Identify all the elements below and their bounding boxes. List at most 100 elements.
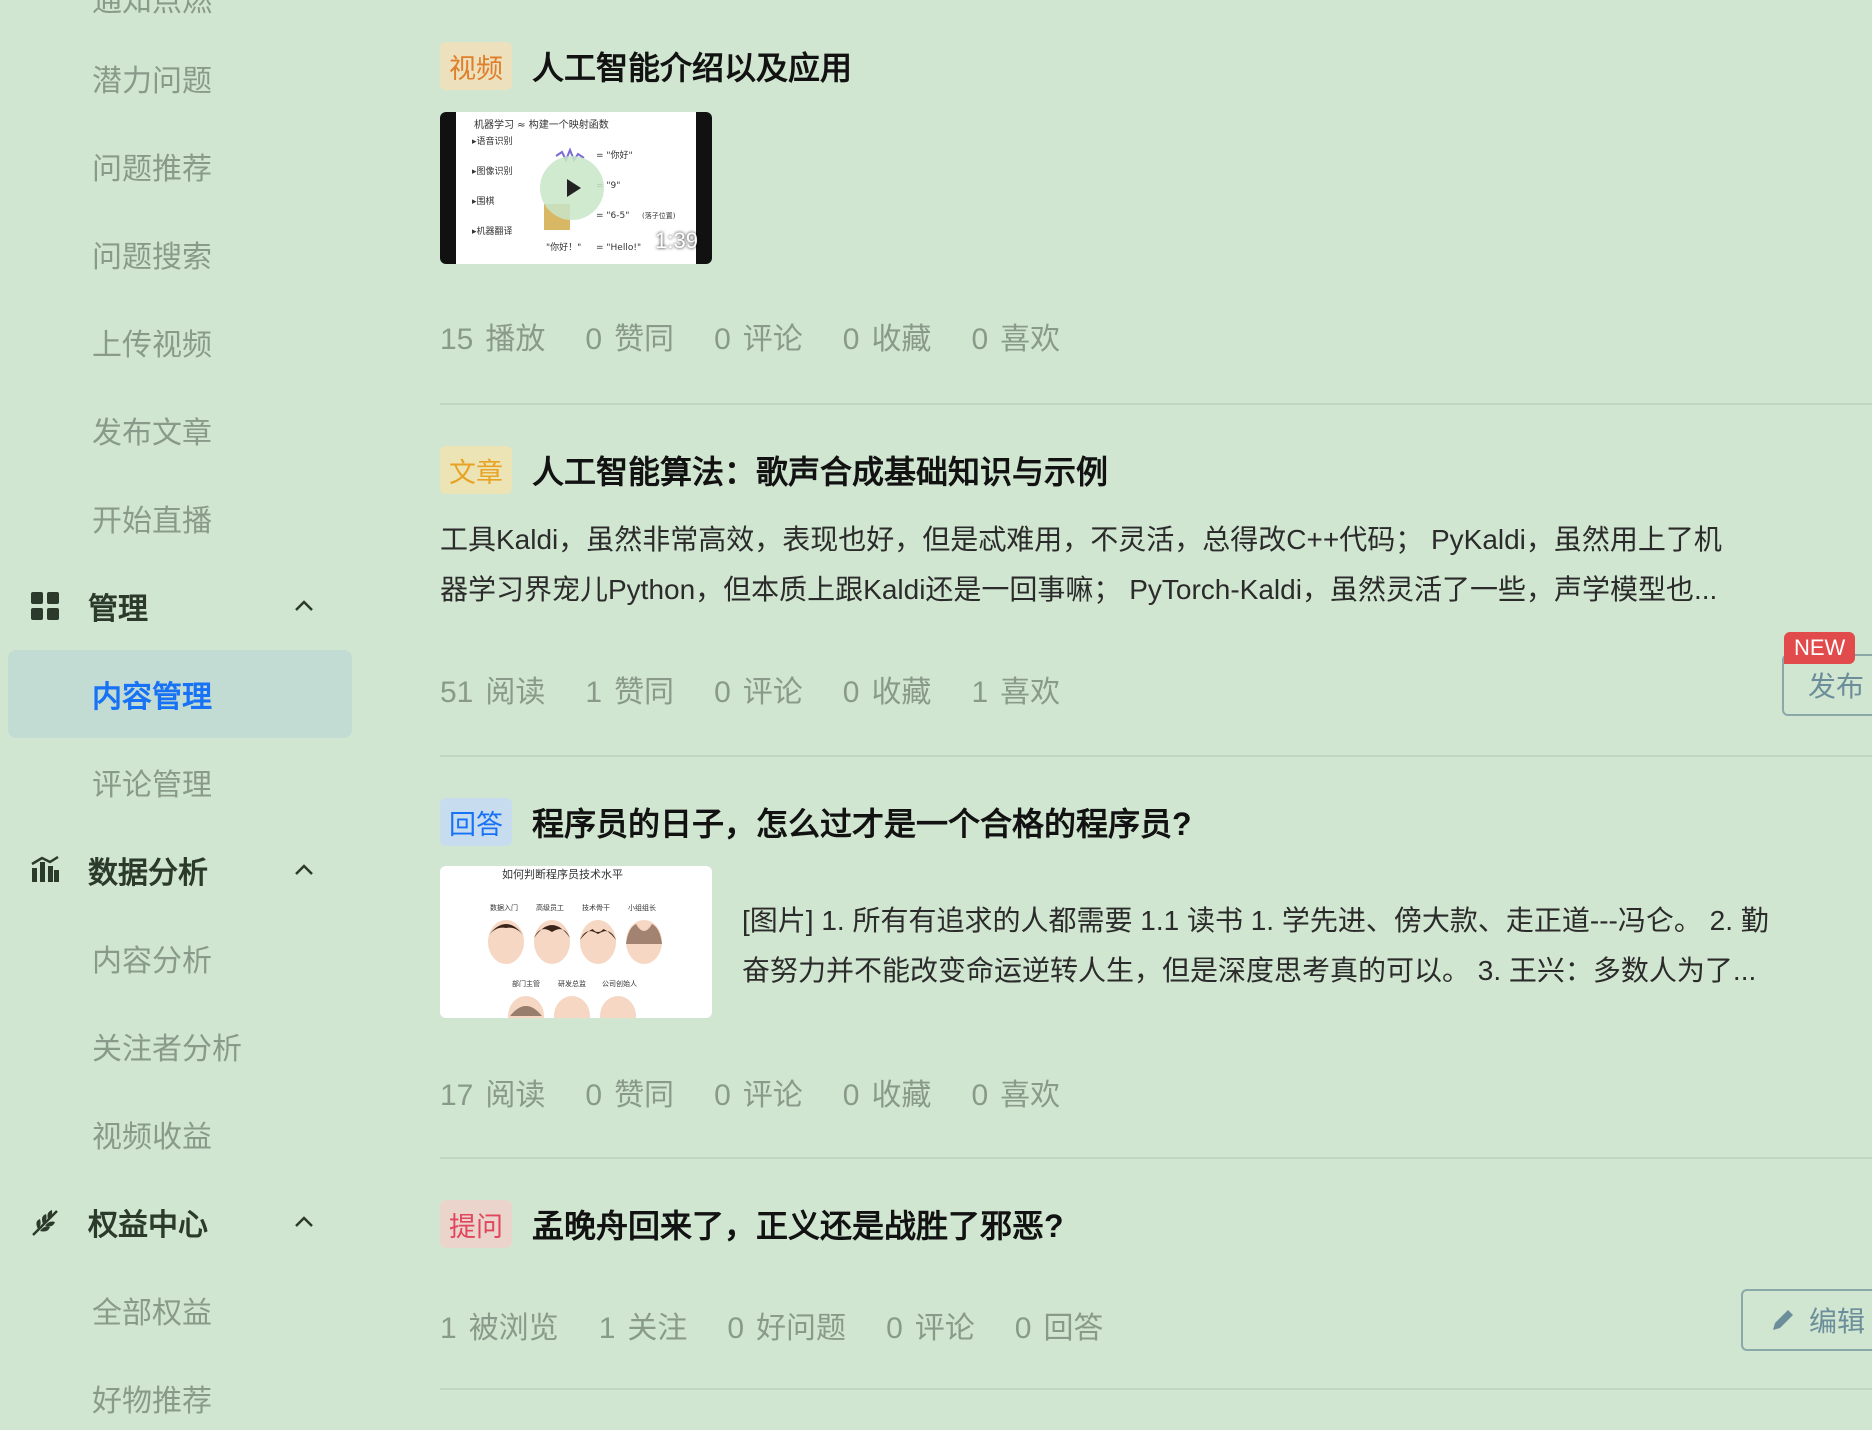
sidebar-item-comment-manage[interactable]: 评论管理 — [8, 738, 352, 826]
slide-output: = "你好" — [596, 149, 633, 161]
card-title-row: 提问 孟晚舟回来了，正义还是战胜了邪恶? — [440, 1200, 1064, 1248]
sidebar-item-content-analysis[interactable]: 内容分析 — [8, 914, 352, 1002]
sidebar-item-partial[interactable]: 通知点燃 — [92, 0, 212, 20]
new-badge: NEW — [1784, 632, 1856, 664]
slide-title: 机器学习 ≈ 构建一个映射函数 — [474, 118, 609, 131]
stat-plays: 15 播放 — [440, 323, 546, 356]
video-duration: 1:39 — [655, 228, 698, 253]
card-divider — [440, 1388, 1872, 1390]
slide-line: ▸围棋 — [472, 195, 495, 207]
stat-reads: 51 阅读 — [440, 676, 546, 709]
card-title[interactable]: 孟晚舟回来了，正义还是战胜了邪恶? — [532, 1201, 1064, 1247]
answer-image-thumbnail[interactable]: 如何判断程序员技术水平 数据入门 高级员工 技术骨干 小组组长 部门主管 研发总… — [440, 866, 712, 1018]
stat-favorites: 0 收藏 — [842, 323, 932, 356]
sidebar-section-label: 权益中心 — [88, 1209, 208, 1242]
sidebar-item-label: 内容管理 — [92, 681, 212, 714]
play-icon — [567, 179, 581, 197]
card-stats: 15 播放 0 赞同 0 评论 0 收藏 0 喜欢 — [440, 314, 1100, 358]
grid-icon — [30, 588, 78, 624]
stat-favorites: 0 收藏 — [842, 676, 932, 709]
sidebar-section-benefits[interactable]: 权益中心 — [8, 1178, 352, 1266]
image-label: 数据入门 — [490, 903, 518, 912]
sidebar-item-label: 问题搜索 — [92, 241, 212, 274]
chevron-up-icon[interactable] — [286, 852, 322, 888]
card-title[interactable]: 人工智能算法：歌声合成基础知识与示例 — [532, 447, 1108, 493]
stat-likes: 0 喜欢 — [971, 1079, 1061, 1112]
sidebar-item-potential-questions[interactable]: 潜力问题 — [8, 34, 352, 122]
chevron-up-icon[interactable] — [286, 588, 322, 624]
edit-button-label: 编辑 — [1809, 1306, 1866, 1337]
slide-input: "你好！" — [546, 241, 581, 253]
play-button[interactable] — [540, 156, 604, 220]
image-label: 高级员工 — [536, 903, 564, 912]
stat-likes: 1 喜欢 — [971, 676, 1061, 709]
card-stats: 51 阅读 1 赞同 0 评论 0 收藏 1 喜欢 — [440, 667, 1100, 711]
card-stats: 17 阅读 0 赞同 0 评论 0 收藏 0 喜欢 — [440, 1070, 1100, 1114]
sidebar: 通知点燃 潜力问题 问题推荐 问题搜索 上传视频 发布文章 开始直播 管理 内容… — [0, 0, 360, 1430]
sidebar-section-manage[interactable]: 管理 — [8, 562, 352, 650]
stat-upvotes: 0 赞同 — [585, 323, 675, 356]
edit-button[interactable]: 编辑 — [1741, 1289, 1872, 1351]
sidebar-section-analytics[interactable]: 数据分析 — [8, 826, 352, 914]
card-divider — [440, 1157, 1872, 1159]
slide-note: (落子位置) — [642, 211, 676, 220]
slide-line: ▸机器翻译 — [472, 225, 513, 237]
stat-comments: 0 评论 — [886, 1312, 975, 1345]
leaf-icon — [30, 1204, 78, 1240]
chevron-up-icon[interactable] — [286, 1204, 322, 1240]
card-excerpt[interactable]: [图片] 1. 所有有追求的人都需要 1.1 读书 1. 学先进、傍大款、走正道… — [742, 896, 1769, 996]
card-divider — [440, 755, 1872, 757]
stat-likes: 0 喜欢 — [971, 323, 1061, 356]
sidebar-item-follower-analysis[interactable]: 关注者分析 — [8, 1002, 352, 1090]
bar-chart-icon — [30, 852, 78, 888]
stat-favorites: 0 收藏 — [842, 1079, 932, 1112]
card-title[interactable]: 程序员的日子，怎么过才是一个合格的程序员? — [532, 799, 1192, 845]
publish-button-label: 发布 — [1808, 671, 1865, 702]
slide-output: = "6-5" — [596, 211, 629, 221]
content-feed: 视频 人工智能介绍以及应用 机器学习 ≈ 构建一个映射函数 ▸语音识别 ▸图像识… — [440, 0, 1872, 1430]
content-type-tag: 提问 — [440, 1200, 512, 1248]
sidebar-section-label: 数据分析 — [88, 857, 208, 890]
sidebar-item-label: 评论管理 — [92, 769, 212, 802]
stat-comments: 0 评论 — [714, 676, 803, 709]
sidebar-item-label: 上传视频 — [92, 329, 212, 362]
sidebar-item-label: 内容分析 — [92, 945, 212, 978]
stat-answers: 0 回答 — [1014, 1312, 1104, 1345]
sidebar-item-label: 问题推荐 — [92, 153, 212, 186]
sidebar-item-all-benefits[interactable]: 全部权益 — [8, 1266, 352, 1354]
card-divider — [440, 403, 1872, 405]
slide-line: ▸图像识别 — [472, 165, 513, 177]
sidebar-item-label: 全部权益 — [92, 1297, 212, 1330]
card-title-row: 回答 程序员的日子，怎么过才是一个合格的程序员? — [440, 798, 1192, 846]
card-title-row: 视频 人工智能介绍以及应用 — [440, 42, 852, 90]
card-excerpt[interactable]: 工具Kaldi，虽然非常高效，表现也好，但是忒难用，不灵活，总得改C++代码； … — [440, 515, 1722, 615]
sidebar-section-label: 管理 — [88, 593, 148, 626]
sidebar-item-video-revenue[interactable]: 视频收益 — [8, 1090, 352, 1178]
sidebar-item-label: 开始直播 — [92, 505, 212, 538]
image-label: 技术骨干 — [582, 903, 610, 912]
image-label: 部门主管 — [512, 979, 540, 988]
sidebar-item-question-recommend[interactable]: 问题推荐 — [8, 122, 352, 210]
excerpt-line: 工具Kaldi，虽然非常高效，表现也好，但是忒难用，不灵活，总得改C++代码； … — [440, 524, 1722, 555]
sidebar-item-question-search[interactable]: 问题搜索 — [8, 210, 352, 298]
sidebar-item-upload-video[interactable]: 上传视频 — [8, 298, 352, 386]
sidebar-item-publish-article[interactable]: 发布文章 — [8, 386, 352, 474]
sidebar-item-good-recommend[interactable]: 好物推荐 — [8, 1354, 352, 1430]
content-type-tag: 回答 — [440, 798, 512, 846]
stat-comments: 0 评论 — [714, 1079, 803, 1112]
stat-upvotes: 0 赞同 — [585, 1079, 675, 1112]
image-label: 小组组长 — [628, 903, 656, 912]
video-thumbnail[interactable]: 机器学习 ≈ 构建一个映射函数 ▸语音识别 ▸图像识别 ▸围棋 ▸机器翻译 = … — [440, 112, 712, 264]
stat-comments: 0 评论 — [714, 323, 803, 356]
image-label: 研发总监 — [558, 979, 586, 988]
sidebar-item-label: 视频收益 — [92, 1121, 212, 1154]
sidebar-item-label: 潜力问题 — [92, 65, 212, 98]
content-type-tag: 视频 — [440, 42, 512, 90]
sidebar-item-content-manage[interactable]: 内容管理 — [8, 650, 352, 738]
excerpt-line: [图片] 1. 所有有追求的人都需要 1.1 读书 1. 学先进、傍大款、走正道… — [742, 905, 1769, 936]
card-stats: 1 被浏览 1 关注 0 好问题 0 评论 0 回答 — [440, 1303, 1143, 1347]
pencil-icon — [1773, 1310, 1793, 1330]
card-title-row: 文章 人工智能算法：歌声合成基础知识与示例 — [440, 446, 1108, 494]
card-title[interactable]: 人工智能介绍以及应用 — [532, 43, 852, 89]
sidebar-item-start-live[interactable]: 开始直播 — [8, 474, 352, 562]
